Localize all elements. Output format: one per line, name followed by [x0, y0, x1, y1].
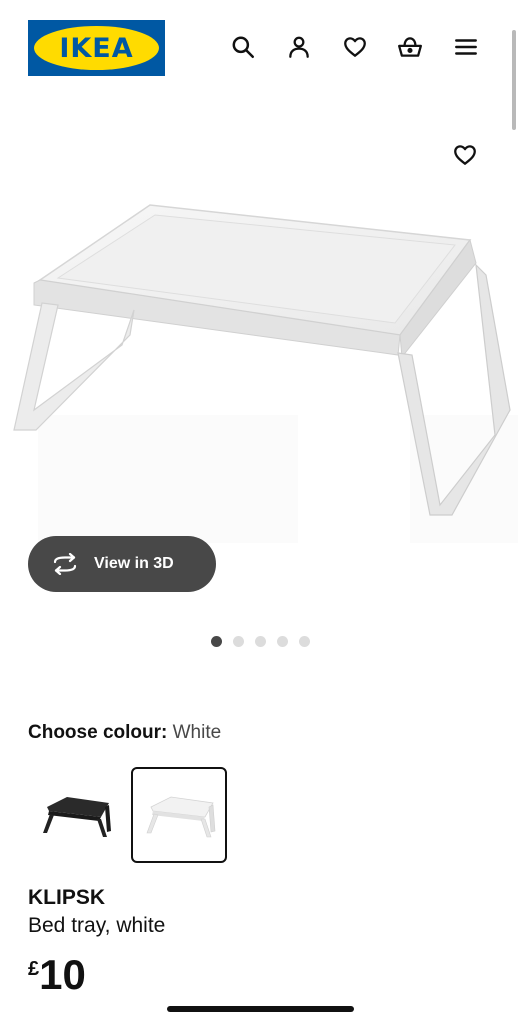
view-in-3d-label: View in 3D: [94, 555, 174, 572]
product-image[interactable]: [0, 185, 521, 545]
product-name: KLIPSK: [28, 886, 106, 909]
gallery-dot-2[interactable]: [233, 636, 244, 647]
user-icon[interactable]: [284, 32, 314, 62]
logo-text: IKEA: [59, 32, 134, 64]
colour-chooser-heading: Choose colour: White: [28, 722, 221, 744]
product-favourite-heart-icon[interactable]: [450, 140, 480, 170]
gallery-dots: [0, 636, 521, 648]
price-value: 10: [39, 951, 86, 998]
colour-swatch-white[interactable]: [131, 767, 227, 863]
colour-value: White: [172, 722, 222, 743]
ikea-logo[interactable]: IKEA: [28, 20, 165, 76]
heart-icon[interactable]: [340, 32, 370, 62]
home-indicator[interactable]: [167, 1006, 354, 1012]
logo-oval: IKEA: [34, 26, 159, 70]
gallery-dot-5[interactable]: [299, 636, 310, 647]
colour-swatch-black[interactable]: [27, 767, 123, 863]
colour-label: Choose colour:: [28, 722, 168, 743]
gallery-dot-3[interactable]: [255, 636, 266, 647]
price-currency: £: [28, 958, 40, 980]
menu-icon[interactable]: [451, 32, 481, 62]
basket-icon[interactable]: [395, 32, 425, 62]
search-icon[interactable]: [228, 32, 258, 62]
header: IKEA: [0, 0, 521, 95]
product-price: £ 10: [28, 952, 86, 998]
gallery-dot-1[interactable]: [211, 636, 222, 647]
scrollbar[interactable]: [512, 30, 516, 130]
product-description: Bed tray, white: [28, 914, 166, 937]
rotate-3d-icon: [53, 553, 77, 575]
gallery-dot-4[interactable]: [277, 636, 288, 647]
view-in-3d-button[interactable]: View in 3D: [28, 536, 216, 592]
